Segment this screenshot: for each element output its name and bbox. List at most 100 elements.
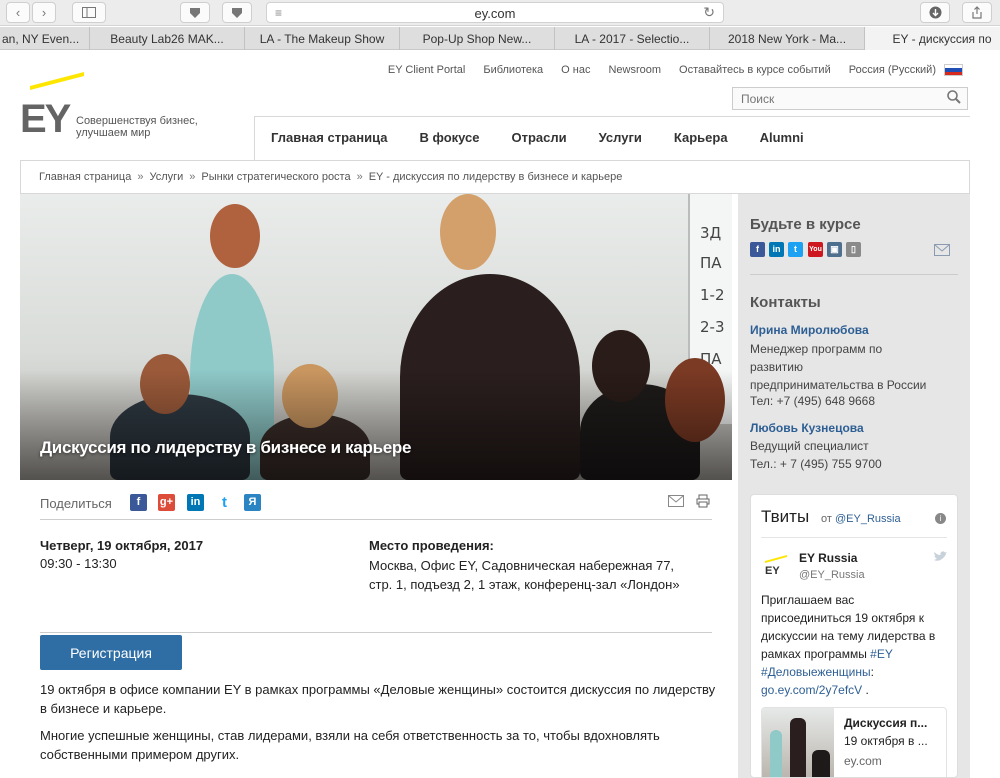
breadcrumb: Главная страница» Услуги» Рынки стратегиче… xyxy=(20,160,970,194)
youtube-icon[interactable]: You xyxy=(808,242,823,257)
tweet-card[interactable]: Дискуссия п... 19 октября в ... ey.com xyxy=(761,707,947,777)
main-nav: Главная страница В фокусе Отрасли Услуги… xyxy=(254,116,970,160)
right-sidebar: Будьте в курсе f in t You ▣ ▯ Контакты И… xyxy=(738,194,970,778)
nav-alumni[interactable]: Alumni xyxy=(744,117,820,160)
browser-tab[interactable]: LA - The Makeup Show xyxy=(245,27,400,50)
extension-button[interactable] xyxy=(222,2,252,23)
browser-tab[interactable]: an, NY Even... xyxy=(0,27,90,50)
country-language-link[interactable]: Россия (Русский) xyxy=(849,64,936,76)
breadcrumb-current: EY - дискуссия по лидерству в бизнесе и … xyxy=(368,171,623,183)
facebook-icon[interactable]: f xyxy=(130,494,147,511)
utility-nav: EY Client Portal Библиотека О нас Newsro… xyxy=(370,64,964,76)
download-shield-icon xyxy=(190,7,200,18)
google-plus-icon[interactable]: g+ xyxy=(158,494,175,511)
reload-icon[interactable]: ↻ xyxy=(703,4,715,21)
tweet-text: Приглашаем вас присоединиться 19 октября… xyxy=(761,593,936,697)
stay-informed-link[interactable]: Оставайтесь в курсе событий xyxy=(679,64,831,76)
about-link[interactable]: О нас xyxy=(561,64,590,76)
contact-phone: Тел: +7 (495) 648 9668 xyxy=(750,394,876,408)
contact-name[interactable]: Любовь Кузнецова xyxy=(750,421,864,435)
facebook-icon[interactable]: f xyxy=(750,242,765,257)
library-link[interactable]: Библиотека xyxy=(483,64,543,76)
avatar[interactable]: EY xyxy=(763,551,789,577)
contact-phone: Тел.: + 7 (495) 755 9700 xyxy=(750,457,882,471)
hero-caption: Дискуссия по лидерству в бизнесе и карье… xyxy=(40,438,412,457)
tweet-link[interactable]: go.ey.com/2y7efcV xyxy=(761,683,862,697)
ey-logo[interactable]: EY xyxy=(20,99,71,139)
nav-careers[interactable]: Карьера xyxy=(658,117,744,160)
event-date: Четверг, 19 октября, 2017 xyxy=(40,538,204,553)
share-button[interactable] xyxy=(962,2,992,23)
tweet-card-subtitle: 19 октября в ... xyxy=(844,734,928,748)
media-icon[interactable]: ▣ xyxy=(827,242,842,257)
tweet-card-domain: ey.com xyxy=(844,754,882,768)
linkedin-icon[interactable]: in xyxy=(769,242,784,257)
body-paragraph: Многие успешные женщины, став лидерами, … xyxy=(40,728,660,762)
client-portal-link[interactable]: EY Client Portal xyxy=(388,64,465,76)
url-text: ey.com xyxy=(474,6,516,21)
browser-tab-bar: an, NY Even... Beauty Lab26 MAK... LA - … xyxy=(0,27,1000,50)
register-button[interactable]: Регистрация xyxy=(40,635,182,670)
contact-role: Ведущий специалист xyxy=(750,439,869,453)
twitter-widget: Твиты от @EY_Russia i EY EY Russia @EY_R… xyxy=(750,494,958,778)
twitter-icon[interactable]: t xyxy=(216,494,233,511)
download-icon xyxy=(929,6,941,19)
address-bar[interactable]: ≡ ey.com ↻ xyxy=(266,2,724,23)
nav-services[interactable]: Услуги xyxy=(583,117,658,160)
back-button[interactable]: ‹ xyxy=(6,2,30,23)
browser-tab[interactable]: Pop-Up Shop New... xyxy=(400,27,555,50)
browser-tab-active[interactable]: EY - дискуссия по xyxy=(865,27,1000,50)
tweet-author-handle[interactable]: @EY_Russia xyxy=(799,569,865,581)
breadcrumb-item[interactable]: Главная страница xyxy=(39,171,131,183)
yandex-icon[interactable]: Я xyxy=(244,494,261,511)
nav-in-focus[interactable]: В фокусе xyxy=(403,117,495,160)
hero-image: 3Д ПА 1-2 2-3 ПА Дискуссия по лидерству … xyxy=(20,194,732,480)
twitter-icon[interactable]: t xyxy=(788,242,803,257)
downloads-button[interactable] xyxy=(920,2,950,23)
russia-flag-icon[interactable] xyxy=(944,64,963,76)
search-icon[interactable] xyxy=(947,90,961,107)
print-icon[interactable] xyxy=(696,494,710,511)
twitter-bird-icon[interactable] xyxy=(933,551,947,566)
ey-logo-beam-icon xyxy=(30,72,84,90)
venue-label: Место проведения: xyxy=(369,538,494,553)
browser-tab[interactable]: LA - 2017 - Selectio... xyxy=(555,27,710,50)
breadcrumb-item[interactable]: Услуги xyxy=(149,171,183,183)
linkedin-icon[interactable]: in xyxy=(187,494,204,511)
person-figure xyxy=(210,204,260,268)
search-input[interactable] xyxy=(733,88,933,109)
search-box xyxy=(732,87,968,110)
divider xyxy=(761,537,947,538)
body-paragraph: 19 октября в офисе компании EY в рамках … xyxy=(40,682,716,716)
share-icon xyxy=(972,6,982,19)
sidebar-toggle-button[interactable] xyxy=(72,2,106,23)
email-icon[interactable] xyxy=(668,495,684,507)
stay-informed-heading: Будьте в курсе xyxy=(750,216,861,233)
browser-tab[interactable]: 2018 New York - Ma... xyxy=(710,27,865,50)
nav-home[interactable]: Главная страница xyxy=(255,117,403,160)
browser-tab[interactable]: Beauty Lab26 MAK... xyxy=(90,27,245,50)
tweets-handle-link[interactable]: @EY_Russia xyxy=(835,513,901,525)
newsroom-link[interactable]: Newsroom xyxy=(608,64,661,76)
info-icon[interactable]: i xyxy=(935,513,946,524)
breadcrumb-item[interactable]: Рынки стратегического роста xyxy=(201,171,350,183)
contacts-heading: Контакты xyxy=(750,294,821,311)
forward-button[interactable]: › xyxy=(32,2,56,23)
contact-name[interactable]: Ирина Миролюбова xyxy=(750,323,869,337)
nav-industries[interactable]: Отрасли xyxy=(496,117,583,160)
divider xyxy=(750,274,958,275)
divider xyxy=(40,632,712,633)
mobile-icon[interactable]: ▯ xyxy=(846,242,861,257)
hero-shade xyxy=(20,370,732,480)
email-subscribe-icon[interactable] xyxy=(934,244,950,256)
share-bar: Поделиться f g+ in t Я xyxy=(40,492,712,520)
hashtag-link[interactable]: #EY xyxy=(870,647,892,661)
share-label: Поделиться xyxy=(40,496,112,511)
tagline: Совершенствуя бизнес, улучшаем мир xyxy=(76,115,198,139)
tweet-author[interactable]: EY Russia xyxy=(799,551,857,565)
person-figure xyxy=(440,194,496,270)
tweets-from: от @EY_Russia xyxy=(821,513,901,525)
pocket-extension-button[interactable] xyxy=(180,2,210,23)
tweet-card-title: Дискуссия п... xyxy=(844,716,928,730)
hashtag-link[interactable]: #Деловыеженщины xyxy=(761,665,871,679)
